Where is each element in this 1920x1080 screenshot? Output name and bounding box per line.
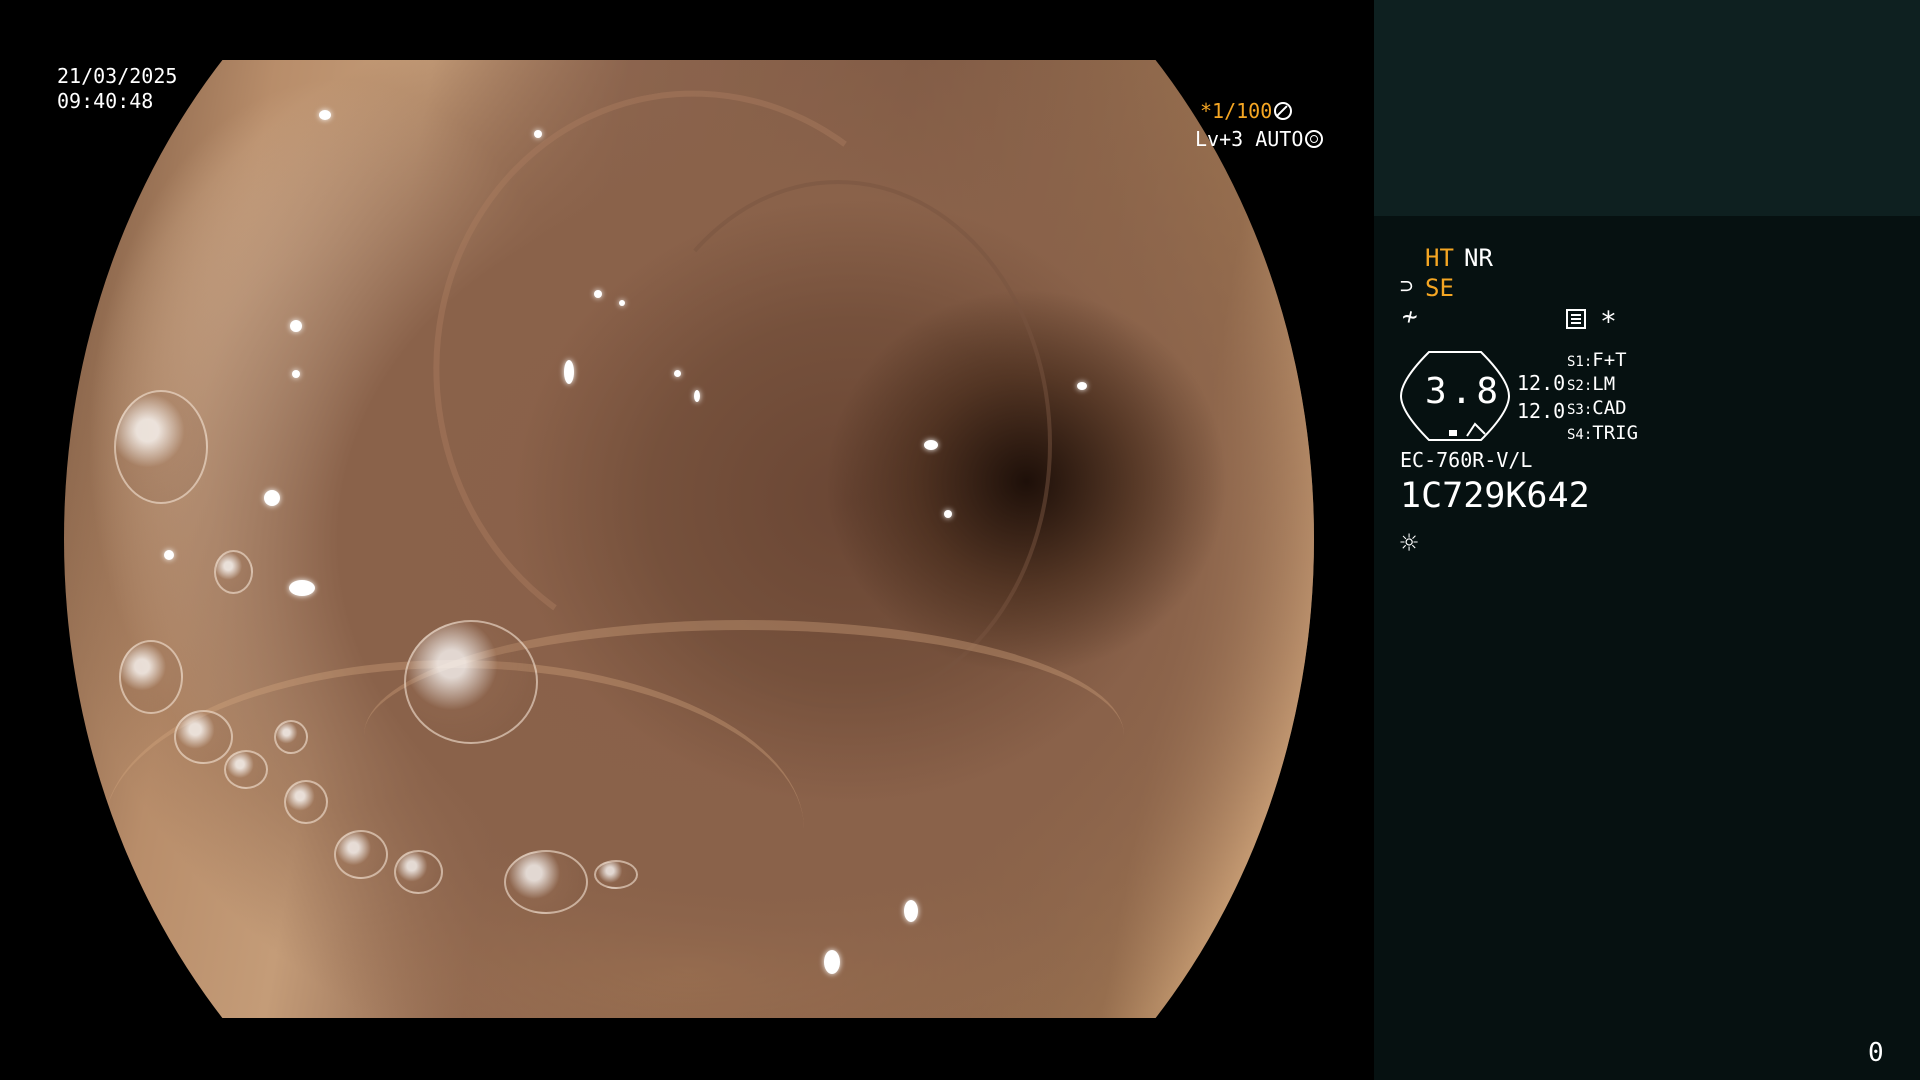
menu-icon: [1566, 309, 1586, 329]
switch-key: S3:: [1567, 402, 1593, 418]
endoscopic-image: [64, 48, 1314, 1018]
glint: [674, 370, 681, 377]
time-text: 09:40:48: [57, 89, 154, 113]
shutter-speed: *1/100: [1200, 99, 1293, 123]
glint: [289, 580, 315, 596]
glint: [264, 490, 280, 506]
switch-key: S2:: [1567, 378, 1593, 394]
switch-4: S4:TRIG: [1567, 422, 1638, 444]
glint: [1077, 382, 1087, 390]
bubble: [214, 550, 253, 594]
bubble: [594, 860, 638, 889]
bubble: [114, 390, 208, 504]
level-text: Lv+3 AUTO: [1195, 127, 1304, 151]
gauge-b-value: 12.0: [1517, 399, 1566, 423]
gauge-a-value: 12.0: [1517, 371, 1566, 395]
glint: [619, 300, 625, 306]
glint: [904, 900, 918, 922]
bubble: [334, 830, 388, 879]
brightness-level: Lv+3 AUTO: [1195, 127, 1324, 151]
datetime: 21/03/2025 09:40:48: [57, 64, 177, 114]
asterisk-marker: *: [1600, 305, 1617, 338]
switch-value: CAD: [1592, 397, 1627, 419]
bubble: [504, 850, 588, 914]
bubble: [284, 780, 328, 824]
switch-value: TRIG: [1592, 422, 1639, 444]
glint: [164, 550, 174, 560]
light-icon: ☼: [1400, 526, 1419, 561]
bubble: [224, 750, 268, 789]
noise-icon: ≁: [1402, 302, 1418, 332]
switch-1: S1:F+T: [1567, 349, 1627, 371]
glint: [319, 110, 331, 120]
date-text: 21/03/2025: [57, 64, 178, 88]
nr-label: NR: [1464, 244, 1493, 272]
glint: [824, 950, 840, 974]
bubble: [174, 710, 233, 764]
gauge-value: 3.8: [1425, 371, 1503, 412]
glint: [534, 130, 542, 138]
aperture-icon: [1274, 102, 1293, 120]
glint: [694, 390, 700, 402]
glint: [594, 290, 602, 298]
scope-model: EC-760R-V/L: [1400, 448, 1533, 472]
iris-icon: [1305, 130, 1324, 148]
bubble: [404, 620, 538, 744]
ht-label: HT: [1425, 244, 1454, 272]
glint: [292, 370, 300, 378]
switch-3: S3:CAD: [1567, 397, 1627, 419]
glint: [290, 320, 302, 332]
se-label: SE: [1425, 274, 1454, 302]
bubble: [394, 850, 443, 894]
switch-key: S4:: [1567, 427, 1593, 443]
info-panel: [1374, 216, 1920, 1080]
switch-value: LM: [1592, 373, 1616, 395]
bubble: [274, 720, 308, 754]
switch-value: F+T: [1592, 349, 1627, 371]
glint: [944, 510, 952, 518]
structure-enhance-icon: ⊃: [1400, 274, 1414, 299]
bubble: [119, 640, 183, 714]
glint: [924, 440, 938, 450]
info-panel-top: [1374, 0, 1920, 216]
endoscope-viewport: 21/03/2025 09:40:48 *1/100 Lv+3 AUTO: [0, 0, 1374, 1080]
frame-counter: 0: [1868, 1038, 1884, 1068]
switch-key: S1:: [1567, 354, 1593, 370]
switch-2: S2:LM: [1567, 373, 1615, 395]
glint: [564, 360, 574, 384]
scope-serial: 1C729K642: [1400, 476, 1590, 516]
shutter-text: *1/100: [1200, 99, 1273, 123]
